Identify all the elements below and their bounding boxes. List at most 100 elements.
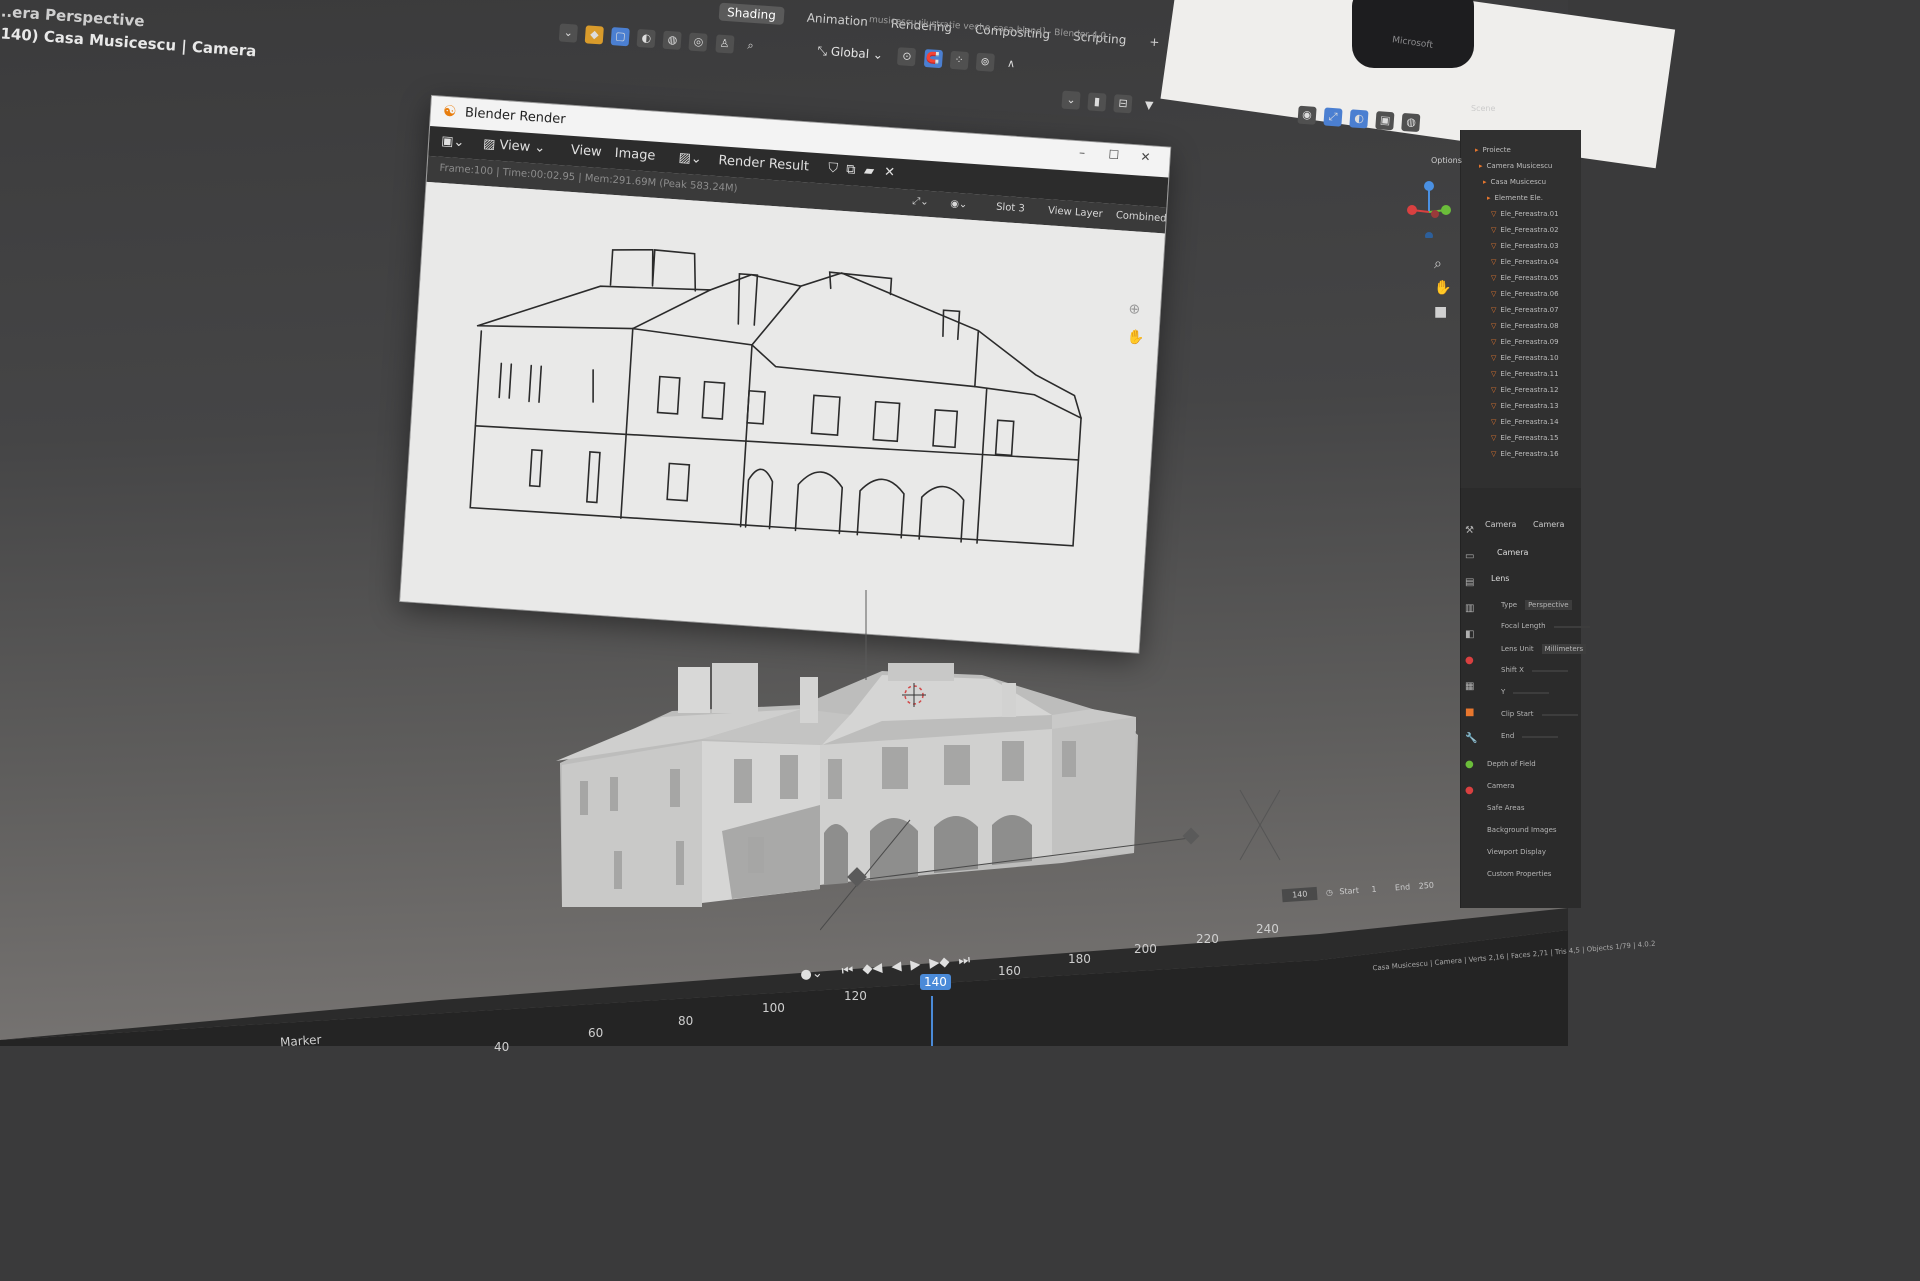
- render-zoom-icon[interactable]: ⊕: [1128, 295, 1147, 324]
- current-frame-indicator[interactable]: 140: [920, 974, 951, 990]
- tool-icon[interactable]: ♙: [714, 33, 735, 54]
- menu-image[interactable]: Image: [614, 146, 656, 164]
- view-options-icon[interactable]: ⌄: [1061, 90, 1081, 110]
- render-result-canvas[interactable]: [400, 181, 1165, 653]
- keying-record-icon[interactable]: ●⌄: [800, 966, 823, 983]
- marker-menu[interactable]: Marker: [280, 1033, 322, 1050]
- shading-solid-icon[interactable]: ◐: [636, 28, 657, 48]
- tool-tab-icon[interactable]: ⚒: [1465, 518, 1479, 544]
- menu-view-2[interactable]: View: [570, 143, 602, 160]
- chevron-down-icon[interactable]: ⌄: [558, 22, 578, 43]
- outliner-item[interactable]: ▽ Ele_Fereastra.07: [1491, 306, 1559, 314]
- start-field[interactable]: 1: [1371, 885, 1377, 894]
- properties-subpanel-header[interactable]: Depth of Field: [1487, 760, 1536, 768]
- bookmark-icon[interactable]: ▮: [1087, 91, 1107, 112]
- scene-tab-icon[interactable]: ◧: [1465, 622, 1479, 648]
- outliner-item[interactable]: ▸ Proiecte: [1475, 146, 1511, 154]
- world-tab-icon[interactable]: ●: [1465, 648, 1479, 674]
- minimize-button[interactable]: –: [1068, 145, 1097, 161]
- render-result-name[interactable]: Render Result: [718, 153, 809, 174]
- tab-shading[interactable]: Shading: [718, 2, 785, 26]
- lens-section-header[interactable]: Lens: [1491, 574, 1509, 583]
- property-value-field[interactable]: [1553, 626, 1590, 628]
- transform-orientation-dropdown[interactable]: ⤡ Global ⌄: [817, 44, 883, 64]
- shading-modes-icon[interactable]: ◍: [1401, 112, 1421, 132]
- properties-subpanel-header[interactable]: Safe Areas: [1487, 804, 1525, 812]
- outliner-item[interactable]: ▽ Ele_Fereastra.02: [1491, 226, 1559, 234]
- properties-tab-camera[interactable]: Camera: [1485, 520, 1516, 529]
- shading-material-icon[interactable]: ◍: [662, 30, 683, 50]
- outliner-item[interactable]: ▽ Ele_Fereastra.14: [1491, 418, 1559, 426]
- properties-subpanel-header[interactable]: Viewport Display: [1487, 848, 1546, 856]
- jump-start-icon[interactable]: ⏮: [841, 963, 854, 979]
- prev-keyframe-icon[interactable]: ◆◀: [862, 960, 883, 977]
- outliner-item[interactable]: ▽ Ele_Fereastra.01: [1491, 210, 1559, 218]
- outliner-item[interactable]: ▸ Casa Musicescu: [1483, 178, 1546, 186]
- image-browse-icon[interactable]: ▨⌄: [678, 150, 702, 167]
- end-field[interactable]: 250: [1418, 881, 1434, 891]
- unlink-icon[interactable]: ✕: [884, 165, 896, 181]
- close-button[interactable]: ✕: [1131, 149, 1160, 165]
- hand-icon[interactable]: ✋: [1434, 276, 1451, 300]
- outliner-item[interactable]: ▽ Ele_Fereastra.04: [1491, 258, 1559, 266]
- options-button[interactable]: Options: [1431, 156, 1462, 165]
- maximize-button[interactable]: ☐: [1099, 147, 1128, 163]
- filter-icon[interactable]: ▼: [1140, 96, 1159, 115]
- outliner-item[interactable]: ▽ Ele_Fereastra.15: [1491, 434, 1559, 442]
- outliner-item[interactable]: ▽ Ele_Fereastra.12: [1491, 386, 1559, 394]
- duplicate-icon[interactable]: ⧉: [846, 162, 856, 178]
- render-pan-icon[interactable]: ✋: [1126, 323, 1145, 352]
- next-keyframe-icon[interactable]: ▶◆: [929, 955, 950, 972]
- outliner-item[interactable]: ▽ Ele_Fereastra.11: [1491, 370, 1559, 378]
- zoom-icon[interactable]: ⌕: [1434, 252, 1451, 276]
- object-tab-icon[interactable]: ■: [1465, 700, 1479, 726]
- property-value-field[interactable]: [1531, 670, 1568, 672]
- overlay-toggle-icon[interactable]: ◐: [1349, 108, 1369, 128]
- outliner-item[interactable]: ▽ Ele_Fereastra.13: [1491, 402, 1559, 410]
- outliner-item[interactable]: ▸ Elemente Ele.: [1487, 194, 1543, 202]
- pivot-point-icon[interactable]: ⊙: [897, 46, 917, 66]
- play-icon[interactable]: ▶: [910, 957, 921, 973]
- preview-range-icon[interactable]: ◷: [1326, 888, 1334, 897]
- outliner-item[interactable]: ▽ Ele_Fereastra.16: [1491, 450, 1559, 458]
- select-box-icon[interactable]: ▢: [610, 26, 631, 46]
- navigation-gizmo[interactable]: [1402, 178, 1456, 238]
- outliner-item[interactable]: ▽ Ele_Fereastra.08: [1491, 322, 1559, 330]
- falloff-icon[interactable]: ∧: [1001, 54, 1020, 73]
- overlay-icon[interactable]: ◉⌄: [950, 198, 968, 210]
- properties-tab-camera-data[interactable]: Camera: [1533, 520, 1564, 529]
- scene-icon[interactable]: ◆: [584, 24, 605, 44]
- camera-view-icon[interactable]: ■: [1434, 300, 1451, 324]
- timeline-background[interactable]: [0, 900, 1568, 1046]
- collection-tab-icon[interactable]: ▦: [1465, 674, 1479, 700]
- outliner-item[interactable]: ▽ Ele_Fereastra.06: [1491, 290, 1559, 298]
- outliner-item[interactable]: ▽ Ele_Fereastra.10: [1491, 354, 1559, 362]
- property-value-field[interactable]: Millimeters: [1541, 644, 1587, 654]
- add-workspace-button[interactable]: +: [1149, 35, 1160, 50]
- outliner-item[interactable]: ▽ Ele_Fereastra.09: [1491, 338, 1559, 346]
- modifier-tab-icon[interactable]: 🔧: [1465, 726, 1479, 752]
- properties-subpanel-header[interactable]: Background Images: [1487, 826, 1557, 834]
- snap-icon[interactable]: 🧲: [923, 48, 943, 68]
- menu-view-1[interactable]: ▨ View ⌄: [483, 137, 546, 156]
- outliner-item[interactable]: ▽ Ele_Fereastra.03: [1491, 242, 1559, 250]
- data-tab-icon[interactable]: ●: [1465, 778, 1479, 804]
- constraint-tab-icon[interactable]: ●: [1465, 752, 1479, 778]
- editor-type-icon[interactable]: ▣⌄: [441, 134, 465, 151]
- visibility-icon[interactable]: ◉: [1297, 105, 1317, 125]
- fake-user-icon[interactable]: ⛉: [828, 161, 839, 177]
- view-layer-dropdown[interactable]: View Layer: [1048, 205, 1103, 220]
- snap-target-icon[interactable]: ⁘: [949, 50, 969, 70]
- properties-subpanel-header[interactable]: Camera: [1487, 782, 1514, 790]
- jump-end-icon[interactable]: ⏭: [958, 953, 971, 969]
- gizmo-toggle-icon[interactable]: ⤢: [1323, 106, 1343, 127]
- property-value-field[interactable]: [1522, 736, 1559, 738]
- property-value-field[interactable]: Perspective: [1525, 600, 1572, 610]
- property-value-field[interactable]: [1513, 692, 1550, 694]
- proportional-edit-icon[interactable]: ⊚: [975, 52, 995, 72]
- render-pass-dropdown[interactable]: Combined: [1116, 210, 1167, 225]
- sample-tool-icon[interactable]: ⤢⌄: [912, 196, 929, 208]
- open-folder-icon[interactable]: ▰: [864, 163, 875, 179]
- tab-animation[interactable]: Animation: [806, 11, 868, 29]
- display-mode-icon[interactable]: ⊟: [1113, 93, 1133, 113]
